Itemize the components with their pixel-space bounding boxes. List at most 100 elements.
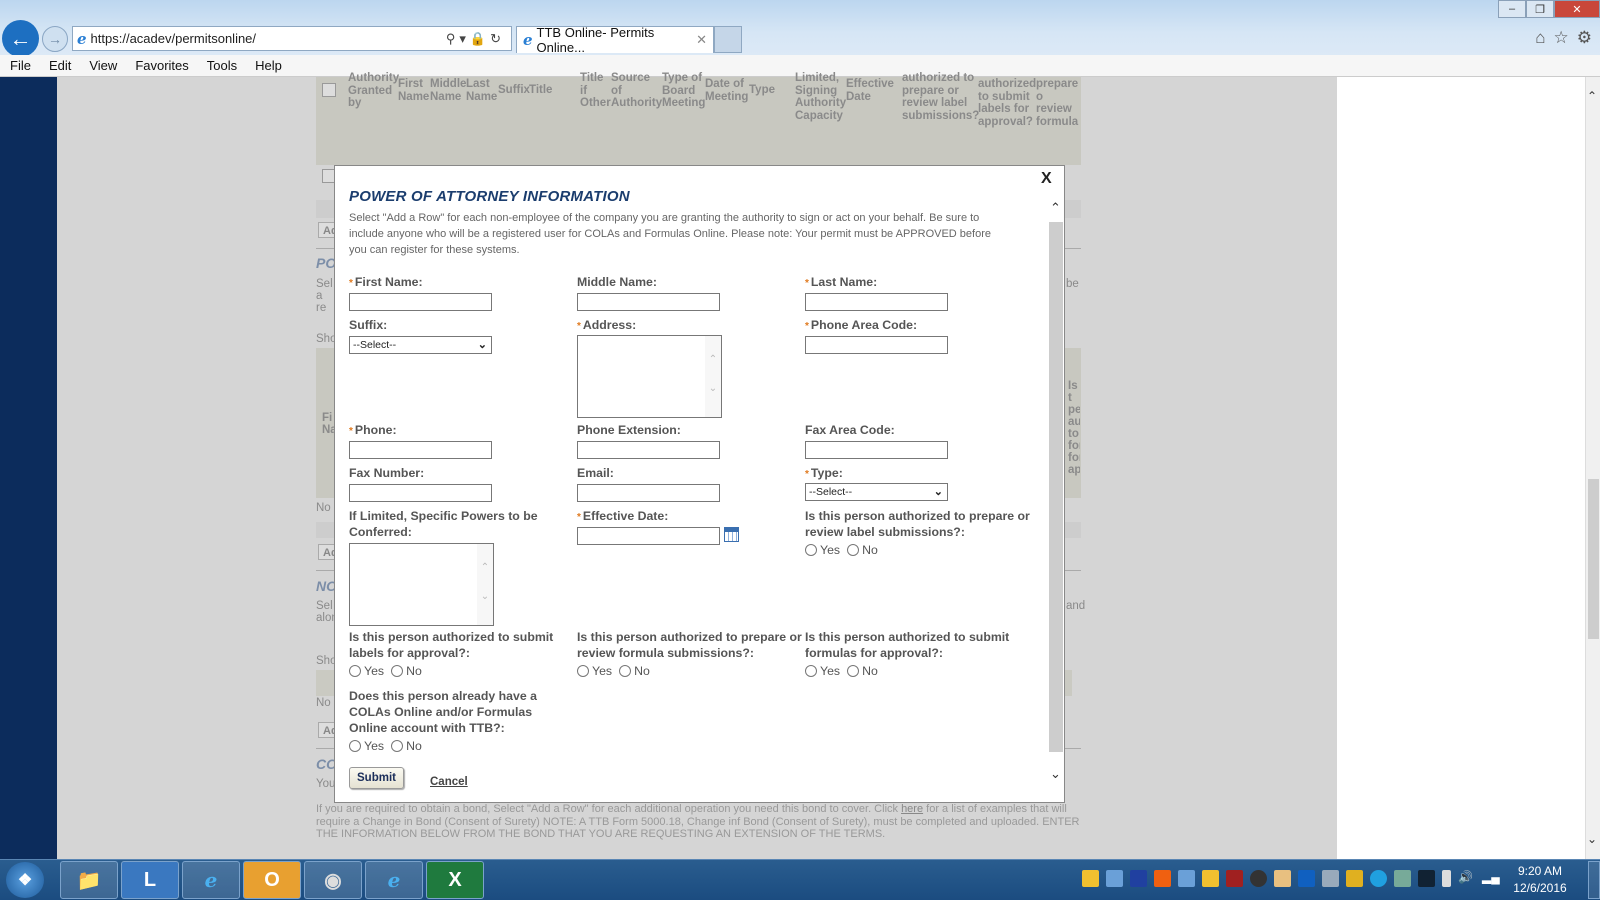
yes-radio[interactable] [577, 665, 589, 677]
tab-close-icon[interactable]: ✕ [696, 32, 707, 48]
modal-scrollbar[interactable]: ⌃ ⌄ [1048, 200, 1064, 790]
bg-text: be [1066, 278, 1079, 290]
email-input[interactable] [577, 484, 720, 502]
tasks-icon[interactable] [1202, 870, 1219, 887]
excel-icon[interactable]: X [426, 861, 484, 899]
mcafee-icon[interactable] [1226, 870, 1243, 887]
network-lock-icon[interactable] [1394, 870, 1411, 887]
textarea-scrollbar[interactable]: ⌃ ⌄ [705, 336, 721, 417]
skype-icon[interactable] [1370, 870, 1387, 887]
battery-icon[interactable] [1442, 870, 1451, 887]
submit-labels-question: Is this person authorized to submit labe… [349, 630, 554, 660]
scroll-up-icon: ⌃ [480, 562, 490, 573]
page-scrollbar[interactable]: ⌃ ⌄ [1585, 77, 1600, 859]
no-radio[interactable] [391, 665, 404, 677]
lock-icon[interactable] [1346, 870, 1363, 887]
volume-icon[interactable]: 🔊 [1458, 870, 1475, 887]
cancel-link[interactable]: Cancel [430, 776, 468, 788]
mail-icon[interactable] [1274, 870, 1291, 887]
bg-col-header: Middle Name [430, 78, 467, 103]
favorites-star-icon[interactable]: ☆ [1554, 28, 1569, 48]
yes-radio[interactable] [349, 665, 361, 677]
scroll-down-icon[interactable]: ⌄ [1050, 766, 1061, 782]
chat-icon[interactable] [1130, 870, 1147, 887]
window-close-button[interactable]: ✕ [1554, 0, 1600, 18]
modal-close-button[interactable]: X [1041, 170, 1052, 188]
phone-area-code-input[interactable] [805, 336, 948, 354]
textarea-scrollbar[interactable]: ⌃ ⌄ [477, 544, 493, 625]
address-tools-icons[interactable]: ⚲▾🔒↻ [446, 31, 505, 47]
minimize-button[interactable]: – [1498, 0, 1526, 18]
address-bar[interactable]: e https://acadev/permitsonline/ ⚲▾🔒↻ [72, 26, 512, 51]
monitor-icon[interactable] [1322, 870, 1339, 887]
no-radio[interactable] [847, 544, 860, 556]
gear-icon[interactable]: ⚙ [1577, 28, 1592, 48]
bg-select-all-checkbox[interactable] [322, 83, 336, 97]
user-icon[interactable] [1106, 870, 1123, 887]
phone-extension-input[interactable] [577, 441, 720, 459]
url-text[interactable]: https://acadev/permitsonline/ [91, 31, 256, 46]
last-name-input[interactable] [805, 293, 948, 311]
internet-explorer-icon[interactable]: e [365, 861, 423, 899]
required-marker: * [577, 512, 581, 523]
spiral-app-icon[interactable] [1250, 870, 1267, 887]
last-name-label: * Last Name: [805, 274, 877, 292]
display-icon[interactable] [1418, 870, 1435, 887]
phone-input[interactable] [349, 441, 492, 459]
menu-view[interactable]: View [79, 58, 125, 73]
calendar-icon[interactable] [724, 527, 739, 542]
menu-tools[interactable]: Tools [197, 58, 245, 73]
show-desktop-button[interactable] [1588, 861, 1600, 899]
middle-name-input[interactable] [577, 293, 720, 311]
file-explorer-icon[interactable]: 📁 [60, 861, 118, 899]
prepare-formula-question: Is this person authorized to prepare or … [577, 630, 802, 660]
outlook-icon[interactable] [1298, 870, 1315, 887]
forward-button[interactable]: → [42, 26, 68, 52]
fax-area-code-input[interactable] [805, 441, 948, 459]
clock[interactable]: 9:20 AM 12/6/2016 [1500, 863, 1580, 897]
menu-help[interactable]: Help [245, 58, 290, 73]
spiral-app-icon[interactable]: ◉ [304, 861, 362, 899]
no-radio[interactable] [391, 740, 404, 752]
yes-radio[interactable] [349, 740, 361, 752]
page-scroll-thumb[interactable] [1588, 479, 1599, 639]
first-name-input[interactable] [349, 293, 492, 311]
chevron-down-icon: ⌄ [933, 486, 943, 498]
no-radio[interactable] [847, 665, 860, 677]
scroll-down-icon[interactable]: ⌄ [1587, 832, 1597, 846]
no-label: No [406, 664, 422, 678]
internet-explorer-icon[interactable]: e [182, 861, 240, 899]
yes-radio[interactable] [805, 665, 817, 677]
yes-radio[interactable] [805, 544, 817, 556]
outlook-icon[interactable]: O [243, 861, 301, 899]
browser-toolbar-icons: ⌂ ☆ ⚙ [1535, 28, 1592, 48]
b-app-icon[interactable] [1154, 870, 1171, 887]
clock-time: 9:20 AM [1517, 864, 1563, 878]
restore-button[interactable]: ❐ [1526, 0, 1554, 18]
browser-tab[interactable]: e TTB Online- Permits Online... ✕ [516, 25, 714, 55]
fax-number-input[interactable] [349, 484, 492, 502]
scroll-up-icon[interactable]: ⌃ [1050, 200, 1061, 216]
submit-formulas-question: Is this person authorized to submit form… [805, 630, 1010, 660]
modal-scroll-thumb[interactable] [1049, 222, 1063, 752]
lync-icon[interactable]: L [121, 861, 179, 899]
menu-file[interactable]: File [0, 58, 39, 73]
user-icon[interactable] [1178, 870, 1195, 887]
menu-edit[interactable]: Edit [39, 58, 79, 73]
signal-icon[interactable]: ▂▄ [1482, 870, 1500, 887]
home-icon[interactable]: ⌂ [1535, 28, 1545, 48]
tasks-icon[interactable] [1082, 870, 1099, 887]
scroll-up-icon[interactable]: ⌃ [1587, 89, 1597, 103]
back-button[interactable]: ← [2, 20, 39, 57]
suffix-select[interactable]: --Select-- ⌄ [349, 336, 492, 354]
new-tab-button[interactable] [714, 26, 742, 53]
no-radio[interactable] [619, 665, 632, 677]
start-button[interactable]: ❖ [6, 862, 44, 898]
menu-favorites[interactable]: Favorites [125, 58, 196, 73]
here-link[interactable]: here [901, 803, 923, 815]
type-select[interactable]: --Select-- ⌄ [805, 483, 948, 501]
effective-date-input[interactable] [577, 527, 720, 545]
address-textarea[interactable]: ⌃ ⌄ [577, 335, 722, 418]
submit-button[interactable]: Submit [349, 767, 404, 789]
specific-powers-textarea[interactable]: ⌃ ⌄ [349, 543, 494, 626]
